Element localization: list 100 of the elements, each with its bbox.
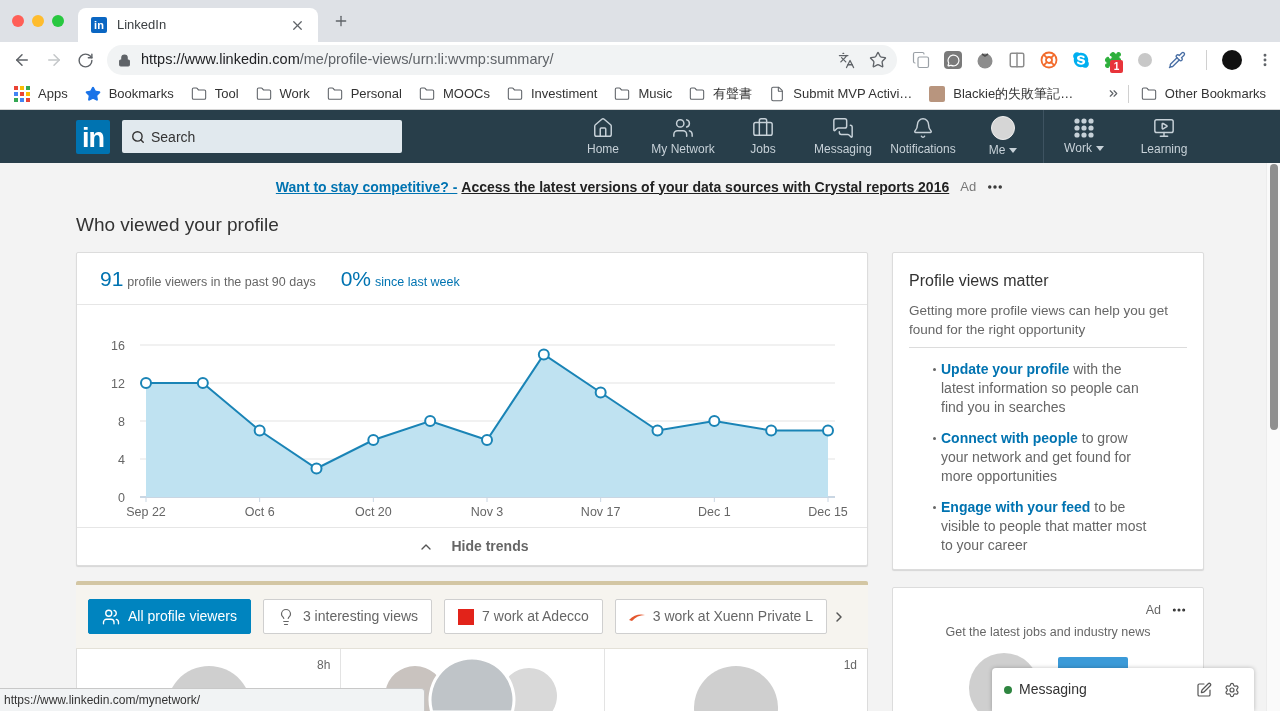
x-axis-label: Nov 3 bbox=[470, 505, 504, 519]
messaging-bar[interactable]: Messaging bbox=[992, 668, 1254, 711]
bullet-icon bbox=[933, 368, 936, 371]
data-point bbox=[367, 434, 380, 446]
bookmark-label: Tool bbox=[214, 84, 239, 103]
filter-button[interactable]: All profile viewers bbox=[88, 599, 251, 634]
search-field[interactable]: Search bbox=[122, 120, 402, 153]
logo[interactable]: in bbox=[76, 119, 110, 154]
bookmark-item[interactable]: Tool bbox=[190, 83, 239, 104]
tip-link[interactable]: Update your profile bbox=[941, 361, 1070, 377]
pages-icon[interactable] bbox=[912, 51, 930, 69]
bookmark-item[interactable]: Bookmarks bbox=[84, 83, 174, 104]
nav-item[interactable]: My Network bbox=[643, 110, 723, 163]
bookmark-label: Other Bookmarks bbox=[1164, 84, 1266, 103]
new-tab-icon[interactable] bbox=[333, 13, 349, 29]
eyedropper-icon[interactable] bbox=[1168, 51, 1186, 69]
company-logo-icon bbox=[458, 608, 475, 625]
compose-icon[interactable] bbox=[1196, 681, 1212, 698]
nav-item[interactable]: Me bbox=[963, 110, 1043, 163]
profile-avatar[interactable] bbox=[1222, 50, 1242, 70]
filter-button[interactable]: 7 work at Adecco bbox=[444, 599, 603, 634]
bookmark-label: 有聲書 bbox=[713, 84, 753, 103]
bookmark-item[interactable]: Submit MVP Activi… bbox=[769, 83, 913, 104]
ad-headline-link[interactable]: Access the latest versions of your data sources with Crystal reports 2016 bbox=[461, 176, 950, 198]
bullet-icon bbox=[933, 437, 936, 440]
x-axis-label: Sep 22 bbox=[126, 505, 166, 519]
lifebuoy-icon[interactable] bbox=[1040, 51, 1058, 69]
bookmark-item[interactable]: MOOCs bbox=[418, 83, 490, 104]
filter-button[interactable]: 3 interesting views bbox=[262, 599, 433, 634]
tab-title: LinkedIn bbox=[117, 16, 167, 35]
bookmark-item[interactable]: Investiment bbox=[506, 83, 598, 104]
bookmark-item[interactable]: Personal bbox=[326, 83, 402, 104]
browser-tab[interactable]: in LinkedIn bbox=[78, 8, 318, 42]
url-text: https://www.linkedin.com/me/profile-views/urn:li:wvmp:summary/ bbox=[141, 50, 554, 70]
data-point bbox=[822, 424, 834, 437]
grid-icon bbox=[1074, 118, 1094, 138]
data-point bbox=[140, 377, 152, 389]
data-point bbox=[253, 424, 266, 437]
hide-trends-button[interactable]: Hide trends bbox=[415, 536, 529, 557]
stat-text[interactable]: 0% since last week bbox=[340, 262, 460, 295]
bookmark-label: Bookmarks bbox=[108, 84, 174, 103]
tip-text: Connect with people to grow your network and get found for more opportunities bbox=[941, 429, 1132, 486]
bookmark-item[interactable]: Work bbox=[255, 83, 310, 104]
status-url: https://www.linkedin.com/mynetwork/ bbox=[4, 692, 201, 709]
nav-item[interactable]: Messaging bbox=[803, 110, 883, 163]
filter-button[interactable]: 3 work at Xuenn Private L bbox=[614, 599, 828, 634]
nav-item[interactable]: Home bbox=[563, 110, 643, 163]
data-point bbox=[651, 424, 664, 437]
y-axis-label: 0 bbox=[118, 490, 125, 505]
tip-link[interactable]: Connect with people bbox=[941, 430, 1078, 446]
back-icon[interactable] bbox=[13, 51, 31, 69]
nav-item[interactable]: Learning bbox=[1124, 110, 1204, 163]
ad-link[interactable]: Want to stay competitive? - bbox=[275, 176, 458, 198]
bookmark-label: MOOCs bbox=[442, 84, 490, 103]
lock-icon bbox=[118, 53, 131, 67]
bookmark-label: Investiment bbox=[530, 84, 598, 103]
bookmark-item[interactable]: Music bbox=[614, 83, 673, 104]
data-point bbox=[537, 348, 550, 361]
bookmark-label: Music bbox=[638, 84, 673, 103]
bookmark-item[interactable]: 有聲書 bbox=[689, 83, 753, 104]
apps-grid-icon bbox=[14, 85, 30, 102]
bell-icon bbox=[912, 117, 934, 139]
address-bar[interactable]: https://www.linkedin.com/me/profile-views/urn:li:wvmp:summary/ bbox=[107, 45, 897, 75]
data-point bbox=[310, 462, 323, 475]
chat-bubble-icon[interactable] bbox=[944, 51, 962, 69]
bookmark-item[interactable]: Other Bookmarks bbox=[1140, 83, 1266, 104]
photo-placeholder bbox=[929, 85, 946, 102]
action-button[interactable] bbox=[1057, 657, 1128, 669]
tip-link[interactable]: Engage with your feed bbox=[941, 499, 1091, 515]
bookmark-label: Apps bbox=[38, 84, 68, 103]
y-axis-label: 4 bbox=[118, 452, 125, 467]
bookmark-label: Work bbox=[279, 84, 310, 103]
data-point bbox=[708, 415, 721, 427]
y-axis-label: 16 bbox=[111, 338, 125, 353]
view-time: 8h bbox=[316, 657, 331, 673]
nav-item[interactable]: Jobs bbox=[723, 110, 803, 163]
star-icon[interactable] bbox=[869, 51, 887, 69]
search-icon bbox=[131, 130, 145, 144]
folder-icon bbox=[326, 85, 343, 102]
data-point bbox=[594, 386, 607, 399]
people-icon bbox=[672, 117, 694, 139]
star-icon bbox=[84, 85, 101, 102]
translate-icon[interactable] bbox=[838, 51, 855, 69]
tomato-icon[interactable] bbox=[976, 51, 994, 69]
nav-item[interactable]: Notifications bbox=[883, 110, 963, 163]
reload-icon[interactable] bbox=[77, 51, 94, 69]
tip-text: Engage with your feed to be visible to people that matter most to your career bbox=[941, 498, 1148, 555]
video-screen-icon bbox=[1153, 117, 1175, 139]
settings-icon[interactable] bbox=[1224, 681, 1240, 698]
folder-icon bbox=[190, 85, 207, 102]
bullet-icon bbox=[933, 506, 936, 509]
x-axis-label: Oct 6 bbox=[244, 505, 275, 519]
bookmark-item[interactable]: Apps bbox=[14, 83, 68, 104]
bookmark-item[interactable]: Blackie的失敗筆記… bbox=[929, 83, 1074, 104]
scrollbar-thumb[interactable] bbox=[1270, 164, 1278, 430]
card-description: Getting more profile views can help you get found for the right opportunity bbox=[909, 302, 1169, 339]
board-icon[interactable] bbox=[1008, 51, 1026, 69]
page-icon bbox=[769, 85, 786, 102]
people-icon bbox=[102, 607, 120, 626]
nav-item[interactable]: Work bbox=[1044, 110, 1124, 163]
